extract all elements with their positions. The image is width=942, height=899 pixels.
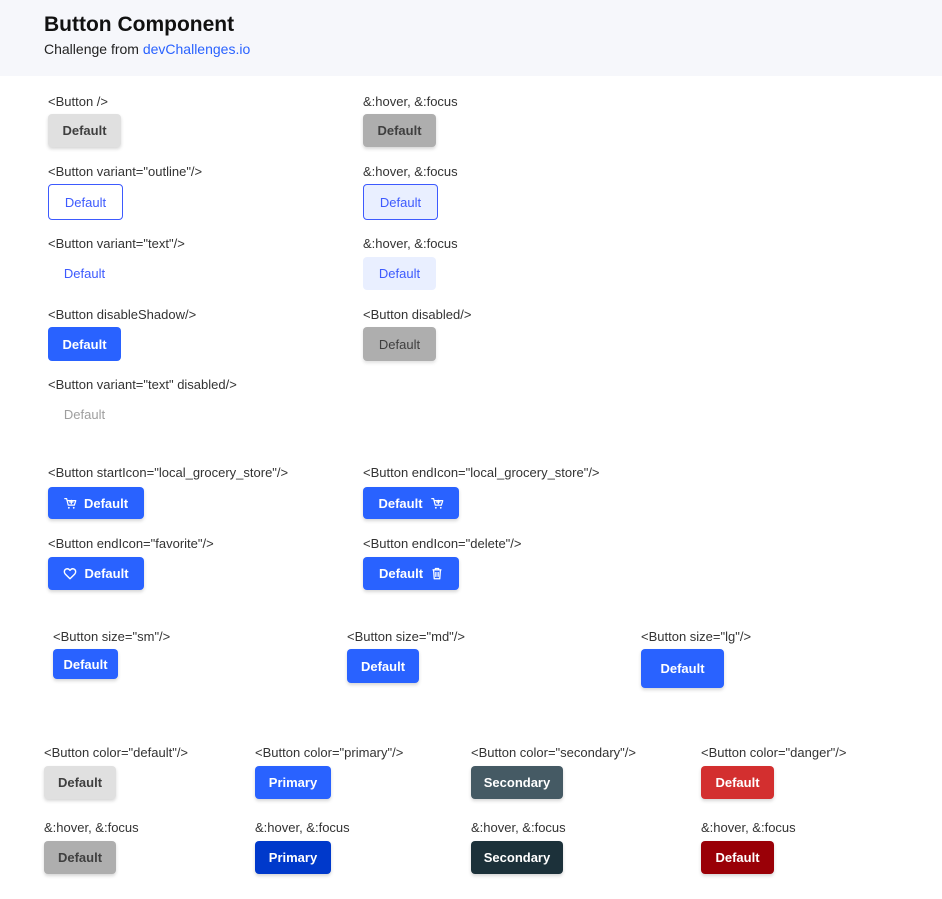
devchallenges-link[interactable]: devChallenges.io	[143, 41, 250, 57]
cart-icon	[430, 497, 444, 510]
text-hover-button[interactable]: Default	[363, 257, 436, 290]
color-primary-button[interactable]: Primary	[255, 766, 331, 799]
text-disabled-label: <Button variant="text" disabled/>	[48, 377, 237, 392]
page-subtitle: Challenge from devChallenges.io	[44, 41, 250, 57]
disable-shadow-button[interactable]: Default	[48, 327, 121, 361]
outline-button[interactable]: Default	[48, 184, 123, 220]
color-danger-button[interactable]: Default	[701, 766, 774, 799]
size-lg-button[interactable]: Default	[641, 649, 724, 688]
cart-icon	[64, 497, 77, 510]
default-button[interactable]: Default	[48, 114, 121, 147]
delete-icon-button[interactable]: Default	[363, 557, 459, 590]
heart-icon	[63, 567, 77, 580]
start-icon-button-label: Default	[83, 495, 129, 511]
end-icon-button[interactable]: Default	[363, 487, 459, 519]
subtitle-text: Challenge from	[44, 41, 139, 57]
default-hover-button[interactable]: Default	[363, 114, 436, 147]
color-default-hover-label: &:hover, &:focus	[44, 820, 139, 835]
color-default-button[interactable]: Default	[44, 766, 116, 799]
size-sm-label: <Button size="sm"/>	[53, 629, 171, 644]
color-default-hover-button[interactable]: Default	[44, 841, 116, 874]
page-header: Button Component Challenge from devChall…	[0, 0, 942, 76]
trash-icon	[431, 567, 443, 580]
text-disabled-button: Default	[63, 407, 106, 422]
color-secondary-hover-button[interactable]: Secondary	[471, 841, 563, 874]
start-icon-button[interactable]: Default	[48, 487, 144, 519]
color-primary-hover-label: &:hover, &:focus	[255, 820, 350, 835]
size-md-button[interactable]: Default	[347, 649, 419, 683]
color-primary-label: <Button color="primary"/>	[255, 745, 404, 760]
color-danger-label: <Button color="danger"/>	[701, 745, 847, 760]
delete-icon-button-label: Default	[378, 566, 424, 581]
color-danger-hover-button[interactable]: Default	[701, 841, 774, 874]
color-primary-hover-button[interactable]: Primary	[255, 841, 331, 874]
text-button[interactable]: Default	[48, 257, 121, 290]
color-secondary-button[interactable]: Secondary	[471, 766, 563, 799]
outline-hover-button[interactable]: Default	[363, 184, 438, 220]
size-md-label: <Button size="md"/>	[347, 629, 465, 644]
favorite-icon-label: <Button endIcon="favorite"/>	[48, 536, 214, 551]
outline-hover-label: &:hover, &:focus	[363, 164, 458, 179]
size-sm-button[interactable]: Default	[53, 649, 118, 679]
end-icon-button-label: Default	[378, 495, 423, 511]
default-variant-label: <Button />	[48, 94, 108, 109]
page-title: Button Component	[44, 13, 235, 36]
text-hover-label: &:hover, &:focus	[363, 236, 458, 251]
default-hover-label: &:hover, &:focus	[363, 94, 458, 109]
color-secondary-label: <Button color="secondary"/>	[471, 745, 636, 760]
disabled-label: <Button disabled/>	[363, 307, 472, 322]
size-lg-label: <Button size="lg"/>	[641, 629, 752, 644]
disable-shadow-label: <Button disableShadow/>	[48, 307, 197, 322]
delete-icon-label: <Button endIcon="delete"/>	[363, 536, 522, 551]
color-secondary-hover-label: &:hover, &:focus	[471, 820, 566, 835]
start-icon-label: <Button startIcon="local_grocery_store"/…	[48, 465, 289, 480]
color-danger-hover-label: &:hover, &:focus	[701, 820, 796, 835]
disabled-button: Default	[363, 327, 436, 361]
favorite-icon-button-label: Default	[84, 566, 129, 581]
favorite-icon-button[interactable]: Default	[48, 557, 144, 590]
text-variant-label: <Button variant="text"/>	[48, 236, 185, 251]
color-default-label: <Button color="default"/>	[44, 745, 189, 760]
end-icon-label: <Button endIcon="local_grocery_store"/>	[363, 465, 600, 480]
outline-variant-label: <Button variant="outline"/>	[48, 164, 203, 179]
